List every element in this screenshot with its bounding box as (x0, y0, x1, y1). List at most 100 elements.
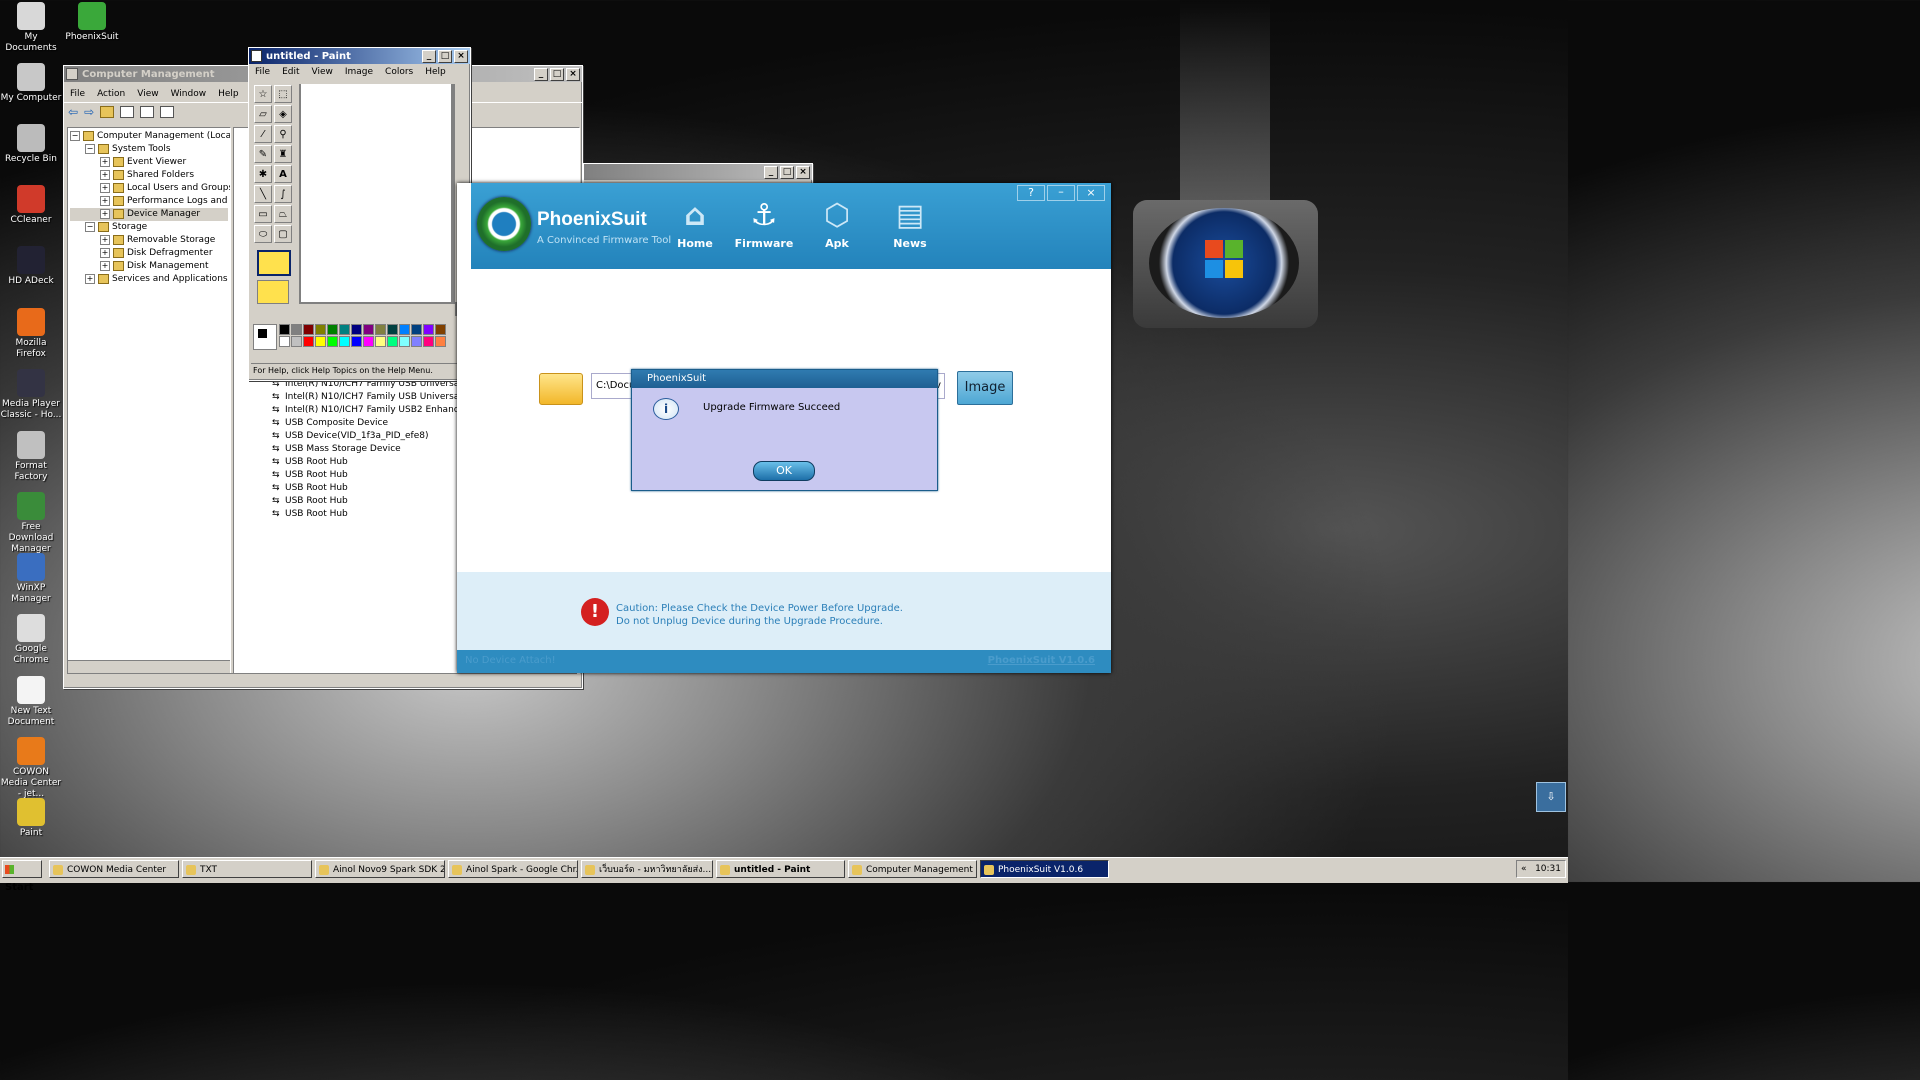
tree-item[interactable]: + Device Manager (70, 208, 228, 221)
expand-toggle-icon[interactable]: + (100, 182, 110, 193)
desktop-icon[interactable]: CCleaner (0, 185, 62, 226)
minimize-button[interactable]: _ (422, 49, 436, 63)
ok-button[interactable]: OK (753, 461, 815, 481)
tree-item[interactable]: + Performance Logs and Alert: (70, 195, 230, 208)
desktop-icon[interactable]: WinXP Manager (0, 553, 62, 605)
desktop-icon[interactable]: Mozilla Firefox (0, 308, 62, 360)
palette-swatch[interactable] (423, 324, 434, 335)
menu-item-image[interactable]: Image (339, 67, 379, 77)
menu-item-window[interactable]: Window (165, 89, 213, 99)
taskbar-button[interactable]: Ainol Novo9 Spark SDK 2... (315, 860, 445, 878)
start-button[interactable]: Start (2, 860, 42, 893)
taskbar-button[interactable]: TXT (182, 860, 312, 878)
tree-item[interactable]: + Removable Storage (70, 234, 228, 247)
desktop-icon[interactable]: PhoenixSuit (61, 2, 123, 43)
palette-swatch[interactable] (303, 324, 314, 335)
palette-swatch[interactable] (411, 324, 422, 335)
palette-swatch[interactable] (339, 324, 350, 335)
background-window[interactable]: _ □ × (583, 163, 813, 185)
menu-item-file[interactable]: File (64, 89, 91, 99)
close-button[interactable]: × (566, 67, 580, 81)
help-button[interactable]: ? (1017, 185, 1045, 201)
tree-item[interactable]: + Disk Defragmenter (70, 247, 228, 260)
expand-toggle-icon[interactable]: + (100, 247, 110, 258)
up-folder-icon[interactable] (100, 106, 115, 118)
expand-toggle-icon[interactable]: + (100, 156, 110, 167)
color-picker-icon[interactable]: ⁄ (254, 125, 272, 143)
menu-item-help[interactable]: Help (419, 67, 452, 77)
device-list-item[interactable]: ⇆ USB Root Hub (272, 495, 470, 508)
tree-item[interactable]: + Shared Folders (70, 169, 228, 182)
palette-swatch[interactable] (363, 336, 374, 347)
eraser-icon[interactable]: ▱ (254, 105, 272, 123)
desktop-icon[interactable]: My Documents (0, 2, 62, 54)
desktop-icon[interactable]: COWON Media Center - jet... (0, 737, 62, 800)
expand-toggle-icon[interactable]: − (85, 143, 95, 154)
desktop-icon[interactable]: Recycle Bin (0, 124, 62, 165)
expand-toggle-icon[interactable]: + (100, 208, 110, 219)
paint-titlebar[interactable]: untitled - Paint _ □ × (249, 48, 470, 64)
palette-swatch[interactable] (375, 336, 386, 347)
desktop-icon[interactable]: Free Download Manager (0, 492, 62, 555)
palette-swatch[interactable] (351, 336, 362, 347)
expand-toggle-icon[interactable]: + (100, 260, 110, 271)
minimize-button[interactable]: _ (764, 165, 778, 179)
palette-swatch[interactable] (387, 336, 398, 347)
tree-item[interactable]: + Services and Applications (70, 273, 228, 286)
palette-swatch[interactable] (279, 336, 290, 347)
expand-toggle-icon[interactable]: + (100, 169, 110, 180)
desktop-icon[interactable]: Media Player Classic - Ho... (0, 369, 62, 421)
fill-icon[interactable]: ◈ (274, 105, 292, 123)
minimize-button[interactable]: – (1047, 185, 1075, 201)
menu-item-action[interactable]: Action (91, 89, 131, 99)
polygon-icon[interactable]: ⏢ (274, 205, 292, 223)
paint-horizontal-scrollbar[interactable] (299, 304, 455, 316)
device-list-item[interactable]: ⇆ USB Mass Storage Device (272, 443, 470, 456)
palette-swatch[interactable] (399, 324, 410, 335)
taskbar-button[interactable]: เว็บบอร์ด - มหาวิทยาลัยส่ง... (581, 860, 713, 878)
nav-tab-news[interactable]: ▤ News (875, 199, 945, 251)
rounded-rect-icon[interactable]: ▢ (274, 225, 292, 243)
console-tree-pane[interactable]: − Computer Management (Local) − System Tool… (67, 127, 231, 674)
current-colors[interactable] (253, 324, 277, 350)
free-select-icon[interactable]: ☆ (254, 85, 272, 103)
device-list-item[interactable]: ⇆ USB Composite Device (272, 417, 470, 430)
help-icon[interactable] (160, 106, 175, 118)
palette-swatch[interactable] (303, 336, 314, 347)
tree-horizontal-scrollbar[interactable] (68, 660, 230, 673)
image-button[interactable]: Image (957, 371, 1013, 405)
palette-swatch[interactable] (411, 336, 422, 347)
palette-swatch[interactable] (375, 324, 386, 335)
device-list-item[interactable]: ⇆ Intel(R) N10/ICH7 Family USB Universal … (272, 391, 470, 404)
menu-item-file[interactable]: File (249, 67, 276, 77)
maximize-button[interactable]: □ (780, 165, 794, 179)
palette-swatch[interactable] (339, 336, 350, 347)
palette-swatch[interactable] (327, 336, 338, 347)
close-button[interactable]: × (454, 49, 468, 63)
tray-expand-button[interactable]: « (1517, 864, 1527, 874)
palette-swatch[interactable] (279, 324, 290, 335)
folder-icon[interactable] (539, 373, 583, 405)
tree-item[interactable]: + Disk Management (70, 260, 228, 273)
properties-icon[interactable] (140, 106, 155, 118)
palette-swatch[interactable] (315, 336, 326, 347)
curve-icon[interactable]: ∫ (274, 185, 292, 203)
tree-item[interactable]: − System Tools (70, 143, 228, 156)
expand-toggle-icon[interactable]: − (70, 130, 80, 141)
palette-swatch[interactable] (435, 336, 446, 347)
taskbar-button[interactable]: Computer Management (848, 860, 977, 878)
palette-swatch[interactable] (291, 324, 302, 335)
expand-toggle-icon[interactable]: − (85, 221, 95, 232)
menu-item-help[interactable]: Help (212, 89, 245, 99)
menu-item-colors[interactable]: Colors (379, 67, 419, 77)
select-icon[interactable]: ⬚ (274, 85, 292, 103)
expand-toggle-icon[interactable]: + (85, 273, 95, 284)
device-list-item[interactable]: ⇆ Intel(R) N10/ICH7 Family USB2 Enhanced (272, 404, 470, 417)
tree-item[interactable]: − Computer Management (Local) (70, 130, 230, 143)
device-list-item[interactable]: ⇆ USB Root Hub (272, 508, 470, 521)
device-list-item[interactable]: ⇆ USB Device(VID_1f3a_PID_efe8) (272, 430, 470, 443)
taskbar-button[interactable]: COWON Media Center (49, 860, 179, 878)
transparency-option-opaque[interactable] (257, 250, 291, 276)
close-button[interactable]: × (1077, 185, 1105, 201)
back-arrow-icon[interactable]: ⇦ (68, 105, 78, 119)
